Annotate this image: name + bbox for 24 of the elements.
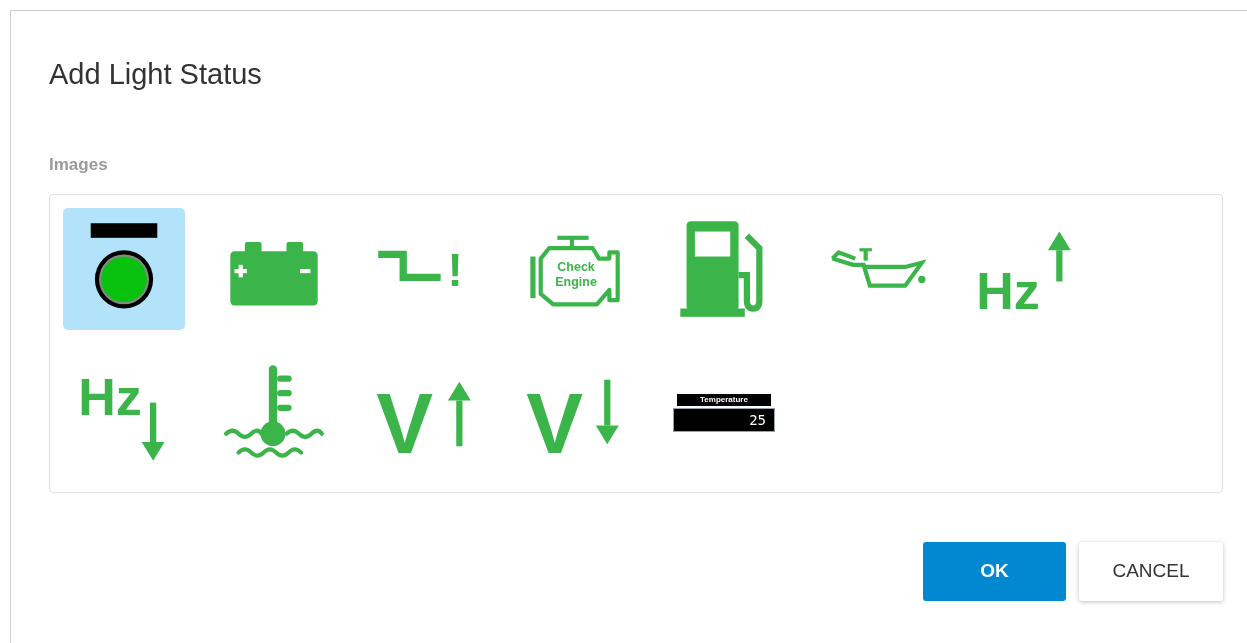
image-option[interactable]: Temperature 25 bbox=[663, 351, 785, 474]
arrow-down-icon bbox=[141, 402, 165, 461]
voltage-text: V bbox=[526, 375, 584, 465]
check-engine-text: Check Engine bbox=[555, 259, 597, 289]
dialog-title: Add Light Status bbox=[49, 57, 263, 92]
arrow-up-icon bbox=[1047, 231, 1071, 281]
image-option[interactable]: Hz bbox=[963, 207, 1085, 330]
image-option[interactable]: V bbox=[363, 351, 485, 474]
temperature-value: 25 bbox=[673, 407, 775, 432]
image-option[interactable] bbox=[63, 207, 185, 330]
hz-text: Hz bbox=[78, 367, 142, 426]
temperature-label: Temperature bbox=[677, 393, 771, 406]
image-option[interactable]: Hz bbox=[63, 351, 185, 474]
exclamation-text: ! bbox=[447, 244, 463, 296]
ok-button[interactable]: OK bbox=[923, 541, 1066, 601]
image-option[interactable]: V bbox=[513, 351, 635, 474]
cancel-button[interactable]: CANCEL bbox=[1079, 541, 1223, 601]
voltage-text: V bbox=[376, 375, 434, 465]
arrow-up-icon bbox=[447, 381, 471, 446]
images-label: Images bbox=[49, 154, 109, 176]
image-option[interactable]: ! bbox=[363, 207, 485, 330]
hz-text: Hz bbox=[976, 261, 1040, 319]
image-option[interactable]: Check Engine bbox=[513, 207, 635, 330]
arrow-down-icon bbox=[595, 379, 619, 444]
